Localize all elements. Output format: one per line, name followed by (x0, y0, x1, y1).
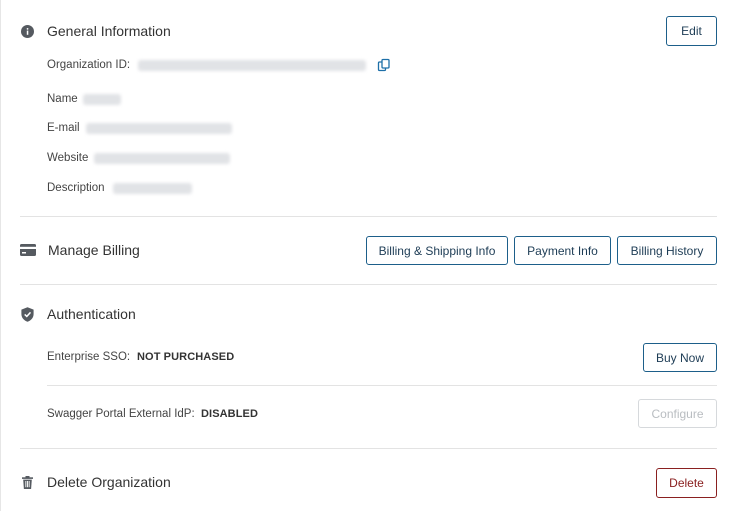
credit-card-icon (20, 244, 36, 256)
row-divider (47, 385, 717, 386)
edit-button[interactable]: Edit (666, 16, 717, 46)
website-value (94, 153, 230, 164)
configure-button[interactable]: Configure (638, 399, 717, 428)
external-idp-label: Swagger Portal External IdP: (47, 408, 195, 420)
email-value (86, 123, 232, 134)
section-divider (20, 448, 717, 449)
name-label: Name (47, 93, 78, 105)
shield-check-icon (21, 307, 34, 322)
authentication-title: Authentication (47, 306, 136, 322)
organization-settings-page: General Information Edit Organization ID… (0, 0, 729, 511)
organization-id-value (138, 60, 366, 71)
buy-now-button[interactable]: Buy Now (643, 343, 717, 372)
info-icon (21, 25, 34, 38)
email-label: E-mail (47, 122, 80, 134)
payment-info-button[interactable]: Payment Info (514, 236, 611, 265)
enterprise-sso-status: NOT PURCHASED (137, 351, 235, 363)
enterprise-sso-label: Enterprise SSO: (47, 351, 131, 363)
description-value (113, 183, 192, 194)
section-divider (20, 284, 717, 285)
trash-icon (22, 476, 33, 489)
delete-organization-title: Delete Organization (47, 474, 171, 490)
delete-button[interactable]: Delete (656, 468, 717, 498)
copy-icon[interactable] (377, 58, 391, 72)
external-idp-status: DISABLED (201, 408, 259, 420)
section-divider (20, 216, 717, 217)
manage-billing-title: Manage Billing (48, 242, 140, 258)
billing-shipping-info-button[interactable]: Billing & Shipping Info (366, 236, 508, 265)
organization-id-label: Organization ID: (47, 59, 131, 71)
billing-history-button[interactable]: Billing History (617, 236, 717, 265)
description-label: Description (47, 182, 105, 194)
name-value (83, 94, 121, 105)
website-label: Website (47, 152, 89, 164)
general-information-title: General Information (47, 23, 171, 39)
